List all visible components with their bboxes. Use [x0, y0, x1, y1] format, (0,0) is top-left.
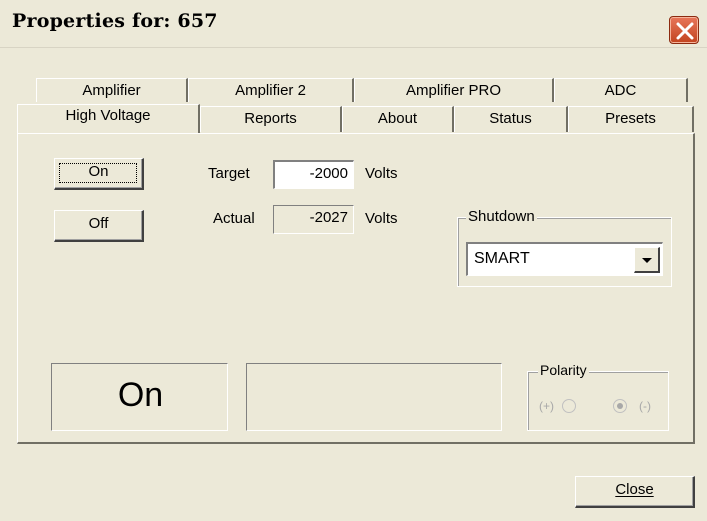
tab-label: Reports	[244, 110, 297, 127]
tab-label: Presets	[605, 110, 656, 127]
target-label: Target	[208, 165, 250, 182]
polarity-minus-label: (-)	[639, 399, 651, 413]
tab-high-voltage[interactable]: High Voltage	[17, 104, 200, 133]
tab-about[interactable]: About	[342, 106, 454, 132]
shutdown-select-value: SMART	[474, 250, 530, 267]
chevron-down-icon[interactable]	[634, 247, 660, 273]
message-display	[246, 363, 502, 431]
tab-reports[interactable]: Reports	[200, 106, 342, 132]
off-button[interactable]: Off	[54, 210, 144, 242]
window-title: Properties for: 657	[12, 10, 218, 32]
off-button-label: Off	[88, 215, 109, 232]
status-text: On	[117, 376, 164, 414]
target-unit: Volts	[365, 165, 398, 182]
target-voltage-input[interactable]: -2000	[273, 160, 354, 189]
on-button[interactable]: On	[54, 158, 144, 190]
polarity-plus-radio[interactable]	[562, 399, 576, 413]
shutdown-group-title: Shutdown	[466, 208, 537, 225]
tab-amplifier-pro[interactable]: Amplifier PRO	[354, 78, 554, 102]
close-button[interactable]: Close	[575, 476, 695, 508]
tab-label: Amplifier 2	[235, 82, 306, 99]
actual-voltage-value: -2027	[273, 205, 354, 234]
tab-status[interactable]: Status	[454, 106, 568, 132]
close-button-label: Close	[615, 481, 654, 498]
polarity-group-title: Polarity	[538, 362, 589, 378]
tab-adc[interactable]: ADC	[554, 78, 688, 102]
status-display: On	[51, 363, 228, 431]
tab-amplifier-2[interactable]: Amplifier 2	[188, 78, 354, 102]
actual-unit: Volts	[365, 210, 398, 227]
tab-amplifier[interactable]: Amplifier	[36, 78, 188, 102]
tab-presets[interactable]: Presets	[568, 106, 694, 132]
actual-label: Actual	[213, 210, 255, 227]
tab-label: About	[377, 110, 418, 127]
tab-label: Status	[489, 110, 532, 127]
polarity-plus-label: (+)	[539, 399, 554, 413]
close-icon[interactable]	[669, 16, 699, 44]
tab-label: High Voltage	[65, 107, 151, 124]
tab-label: Amplifier PRO	[405, 82, 502, 99]
focus-rect	[59, 163, 137, 183]
shutdown-select[interactable]: SMART	[466, 242, 663, 276]
tab-label: ADC	[604, 82, 637, 99]
tab-label: Amplifier	[82, 82, 141, 99]
polarity-minus-radio[interactable]	[613, 399, 627, 413]
